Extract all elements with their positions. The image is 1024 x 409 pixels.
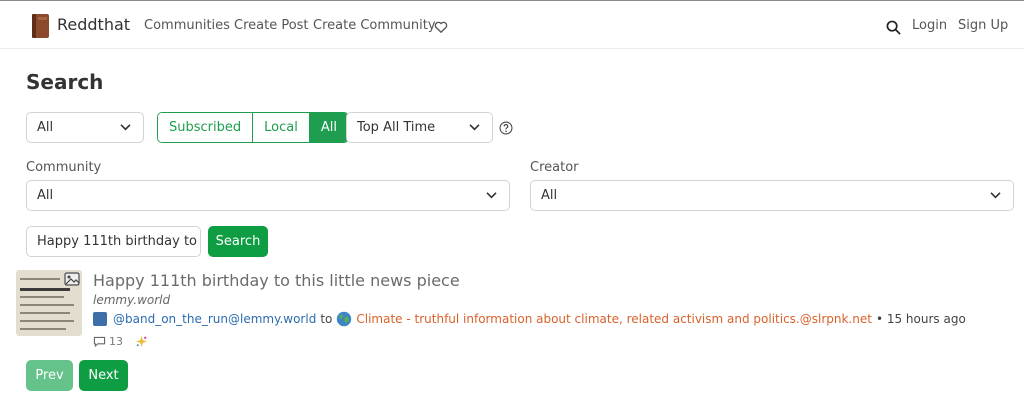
- listing-local-button[interactable]: Local: [252, 113, 309, 142]
- globe-icon[interactable]: [336, 311, 352, 327]
- post-meta: @band_on_the_run@lemmy.world to Climate …: [93, 311, 966, 327]
- thumbnail-text-line: [20, 296, 64, 298]
- chevron-down-icon: [469, 124, 480, 131]
- chevron-down-icon: [120, 124, 131, 131]
- community-value: All: [37, 188, 54, 203]
- chevron-down-icon: [990, 192, 1001, 199]
- avatar[interactable]: [93, 312, 107, 326]
- community-link[interactable]: Climate - truthful information about cli…: [356, 312, 872, 326]
- search-icon[interactable]: [886, 20, 901, 35]
- post-domain[interactable]: lemmy.world: [93, 293, 170, 307]
- nav-create-post-link[interactable]: Create Post: [234, 18, 309, 33]
- comment-icon[interactable]: [93, 336, 106, 348]
- chevron-down-icon: [486, 192, 497, 199]
- image-icon: [64, 272, 80, 286]
- sort-select[interactable]: Top All Time: [346, 112, 493, 143]
- search-input[interactable]: Happy 111th birthday to tl: [26, 226, 201, 257]
- thumbnail-text-line: [20, 312, 70, 314]
- creator-label: Creator: [530, 160, 579, 175]
- signup-link[interactable]: Sign Up: [958, 18, 1008, 33]
- listing-subscribed-button[interactable]: Subscribed: [158, 113, 253, 142]
- creator-value: All: [541, 188, 558, 203]
- post-thumbnail[interactable]: [16, 270, 82, 336]
- nav-create-community-link[interactable]: Create Community: [313, 18, 436, 33]
- search-type-value: All: [37, 120, 54, 135]
- sort-value: Top All Time: [357, 120, 436, 135]
- listing-all-button[interactable]: All: [308, 113, 348, 142]
- navbar: Reddthat Communities Create Post Create …: [0, 1, 1024, 49]
- thumbnail-text-line: [20, 328, 66, 330]
- brand-name[interactable]: Reddthat: [57, 15, 130, 34]
- thumbnail-text-line: [20, 278, 60, 280]
- search-query: Happy 111th birthday to tl: [37, 234, 201, 249]
- creator-select[interactable]: All: [530, 180, 1014, 211]
- sparkle-icon[interactable]: [135, 335, 148, 348]
- author-link[interactable]: @band_on_the_run@lemmy.world: [113, 312, 316, 326]
- thumbnail-text-line: [20, 320, 74, 322]
- login-link[interactable]: Login: [912, 18, 947, 33]
- comment-count[interactable]: 13: [109, 335, 123, 348]
- prev-page-button[interactable]: Prev: [26, 360, 73, 391]
- listing-type-toggle: Subscribed Local All: [157, 112, 349, 143]
- post-time: • 15 hours ago: [875, 312, 966, 326]
- thumbnail-text-line: [20, 304, 74, 306]
- thumbnail-text-line: [20, 288, 70, 291]
- book-logo-icon[interactable]: [31, 13, 51, 39]
- heart-icon[interactable]: [434, 20, 448, 34]
- community-label: Community: [26, 160, 102, 175]
- community-select[interactable]: All: [26, 180, 510, 211]
- post-title-link[interactable]: Happy 111th birthday to this little news…: [93, 271, 460, 290]
- help-icon[interactable]: [499, 121, 513, 135]
- to-text: to: [320, 312, 333, 326]
- next-page-button[interactable]: Next: [79, 360, 128, 391]
- search-button[interactable]: Search: [208, 226, 268, 257]
- page-title: Search: [26, 70, 104, 94]
- nav-communities-link[interactable]: Communities: [144, 18, 230, 33]
- search-type-select[interactable]: All: [26, 112, 144, 143]
